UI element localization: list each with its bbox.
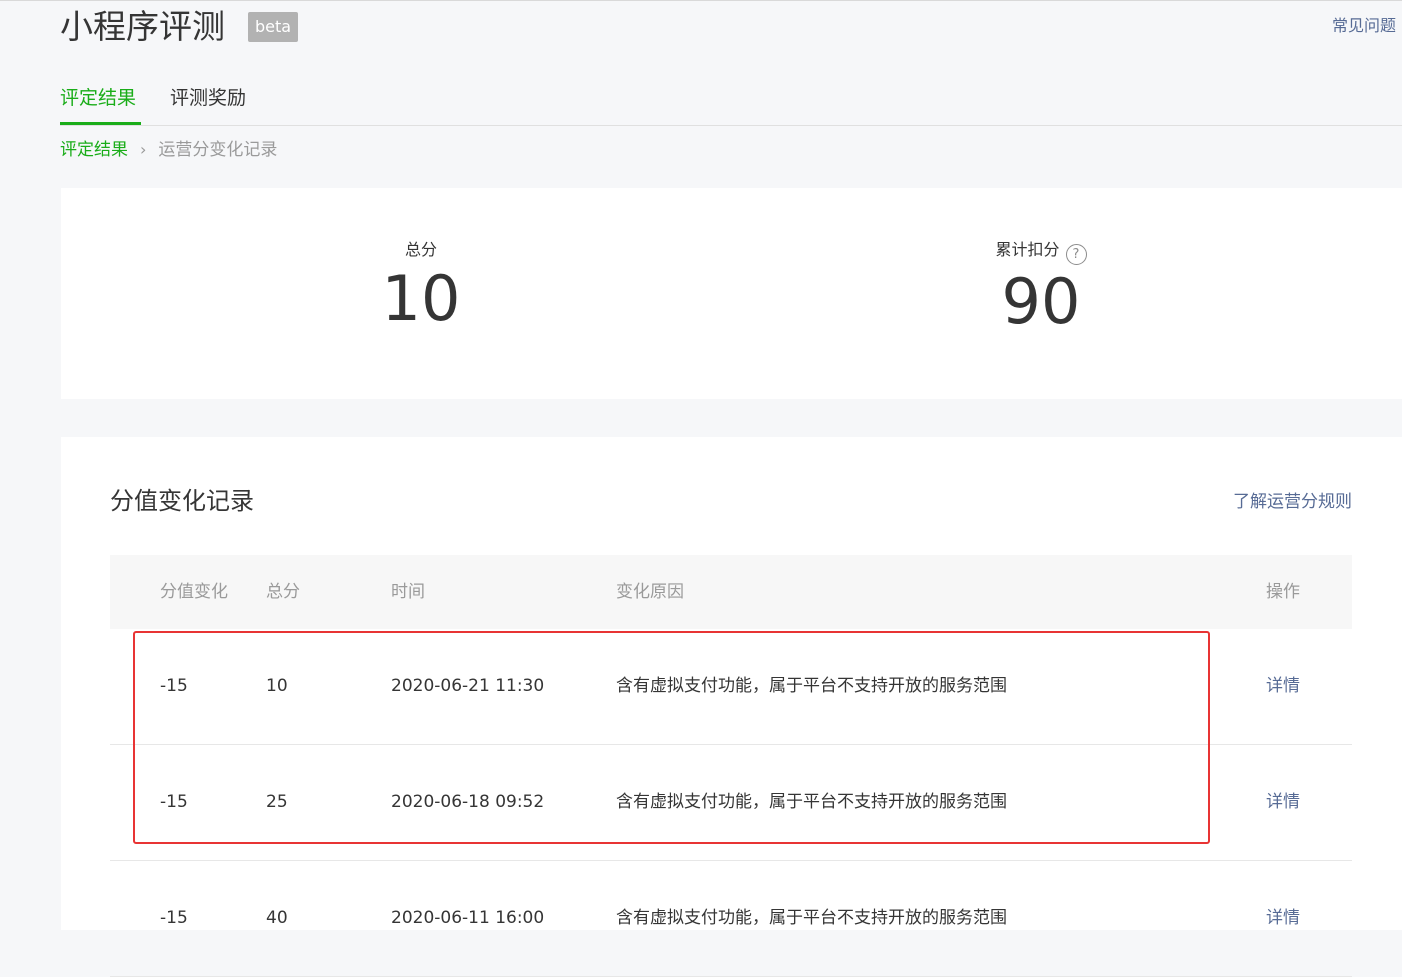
tab-bar: 评定结果 评测奖励 [60,80,1402,126]
column-header-total: 总分 [266,582,300,602]
table-row: -15 40 2020-06-11 16:00 含有虚拟支付功能，属于平台不支持… [110,861,1352,977]
column-header-change: 分值变化 [160,582,228,602]
page-title: 小程序评测 [60,7,225,46]
records-title: 分值变化记录 [110,487,254,515]
column-header-time: 时间 [391,582,425,602]
total-score-stat: 总分 10 [371,238,471,334]
deducted-score-label: 累计扣分 [995,240,1060,259]
deducted-score-label-row: 累计扣分? [971,238,1111,265]
cell-total-score: 25 [266,792,288,812]
breadcrumb-current: 运营分变化记录 [158,140,278,160]
cell-score-change: -15 [160,792,188,812]
score-summary-card: 总分 10 累计扣分? 90 [61,188,1402,399]
cell-time: 2020-06-11 16:00 [391,908,545,928]
chevron-right-icon: › [140,140,147,159]
cell-time: 2020-06-18 09:52 [391,792,545,812]
table-row: -15 25 2020-06-18 09:52 含有虚拟支付功能，属于平台不支持… [110,745,1352,861]
column-header-action: 操作 [1266,582,1300,602]
score-records-card: 分值变化记录 了解运营分规则 分值变化 总分 时间 变化原因 操作 -15 10… [61,437,1402,977]
breadcrumb-parent-link[interactable]: 评定结果 [60,140,128,160]
table-header: 分值变化 总分 时间 变化原因 操作 [110,555,1352,629]
cell-score-change: -15 [160,676,188,696]
cell-reason: 含有虚拟支付功能，属于平台不支持开放的服务范围 [616,676,1007,696]
top-divider [0,0,1402,1]
faq-link[interactable]: 常见问题 [1332,14,1396,38]
deducted-score-stat: 累计扣分? 90 [971,238,1111,337]
total-score-label: 总分 [404,240,437,259]
details-link[interactable]: 详情 [1266,789,1300,815]
table-row: -15 10 2020-06-21 11:30 含有虚拟支付功能，属于平台不支持… [110,629,1352,745]
details-link[interactable]: 详情 [1266,905,1300,931]
cell-reason: 含有虚拟支付功能，属于平台不支持开放的服务范围 [616,792,1007,812]
cell-reason: 含有虚拟支付功能，属于平台不支持开放的服务范围 [616,908,1007,928]
cell-total-score: 40 [266,908,288,928]
tab-evaluation-result[interactable]: 评定结果 [60,84,136,112]
deducted-score-value: 90 [1001,265,1081,338]
records-table: 分值变化 总分 时间 变化原因 操作 -15 10 2020-06-21 11:… [110,555,1352,977]
cell-total-score: 10 [266,676,288,696]
breadcrumb: 评定结果 › 运营分变化记录 [60,137,277,163]
cell-time: 2020-06-21 11:30 [391,676,545,696]
score-rules-link[interactable]: 了解运营分规则 [1233,489,1352,515]
total-score-value: 10 [381,262,461,335]
details-link[interactable]: 详情 [1266,673,1300,699]
beta-badge: beta [248,12,299,42]
tab-evaluation-reward[interactable]: 评测奖励 [170,84,246,112]
active-tab-indicator [60,122,141,125]
cell-score-change: -15 [160,908,188,928]
question-circle-icon[interactable]: ? [1065,244,1087,265]
column-header-reason: 变化原因 [616,582,684,602]
